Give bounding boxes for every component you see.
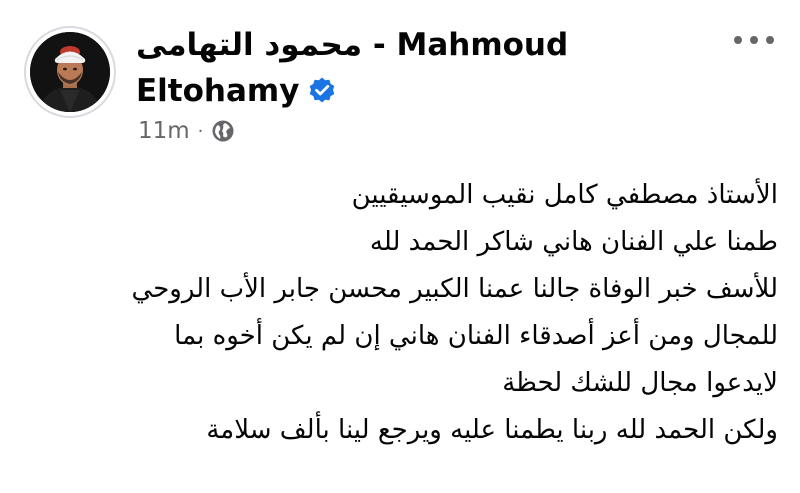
more-options-icon (734, 36, 742, 44)
author-name-line1[interactable]: محمود التهامى - Mahmoud (136, 22, 568, 68)
author-name-line2-row: Eltohamy (136, 68, 556, 114)
more-options-button[interactable] (734, 28, 774, 52)
post-body-line: للأسف خبر الوفاة جالنا عمنا الكبير محسن … (131, 274, 778, 304)
post-body-line: للمجال ومن أعز أصدقاء الفنان هاني إن لم … (174, 321, 778, 351)
post-body-line: الأستاذ مصطفي كامل نقيب الموسيقيين (351, 180, 778, 210)
post-body: الأستاذ مصطفي كامل نقيب الموسيقيين طمنا … (78, 172, 778, 454)
more-options-dot (766, 36, 774, 44)
author-name-line2[interactable]: Eltohamy (136, 68, 299, 114)
post-body-line: لايدعوا مجال للشك لحظة (502, 368, 778, 398)
post-meta: 11m · (138, 118, 235, 144)
post-timestamp[interactable]: 11m (138, 118, 190, 144)
author-name[interactable]: محمود التهامى - Mahmoud Eltohamy (136, 22, 568, 114)
meta-separator: · (197, 120, 204, 142)
globe-icon[interactable] (211, 119, 235, 143)
verified-badge-icon (310, 77, 335, 103)
post-body-line: ولكن الحمد لله ربنا يطمنا عليه ويرجع لين… (206, 415, 778, 445)
post-card: محمود التهامى - Mahmoud Eltohamy 11m · ا… (0, 0, 800, 493)
more-options-dot (750, 36, 758, 44)
profile-photo-image (30, 32, 110, 112)
profile-avatar[interactable] (24, 26, 116, 118)
profile-photo (30, 32, 110, 112)
post-body-line: طمنا علي الفنان هاني شاكر الحمد لله (369, 227, 778, 257)
